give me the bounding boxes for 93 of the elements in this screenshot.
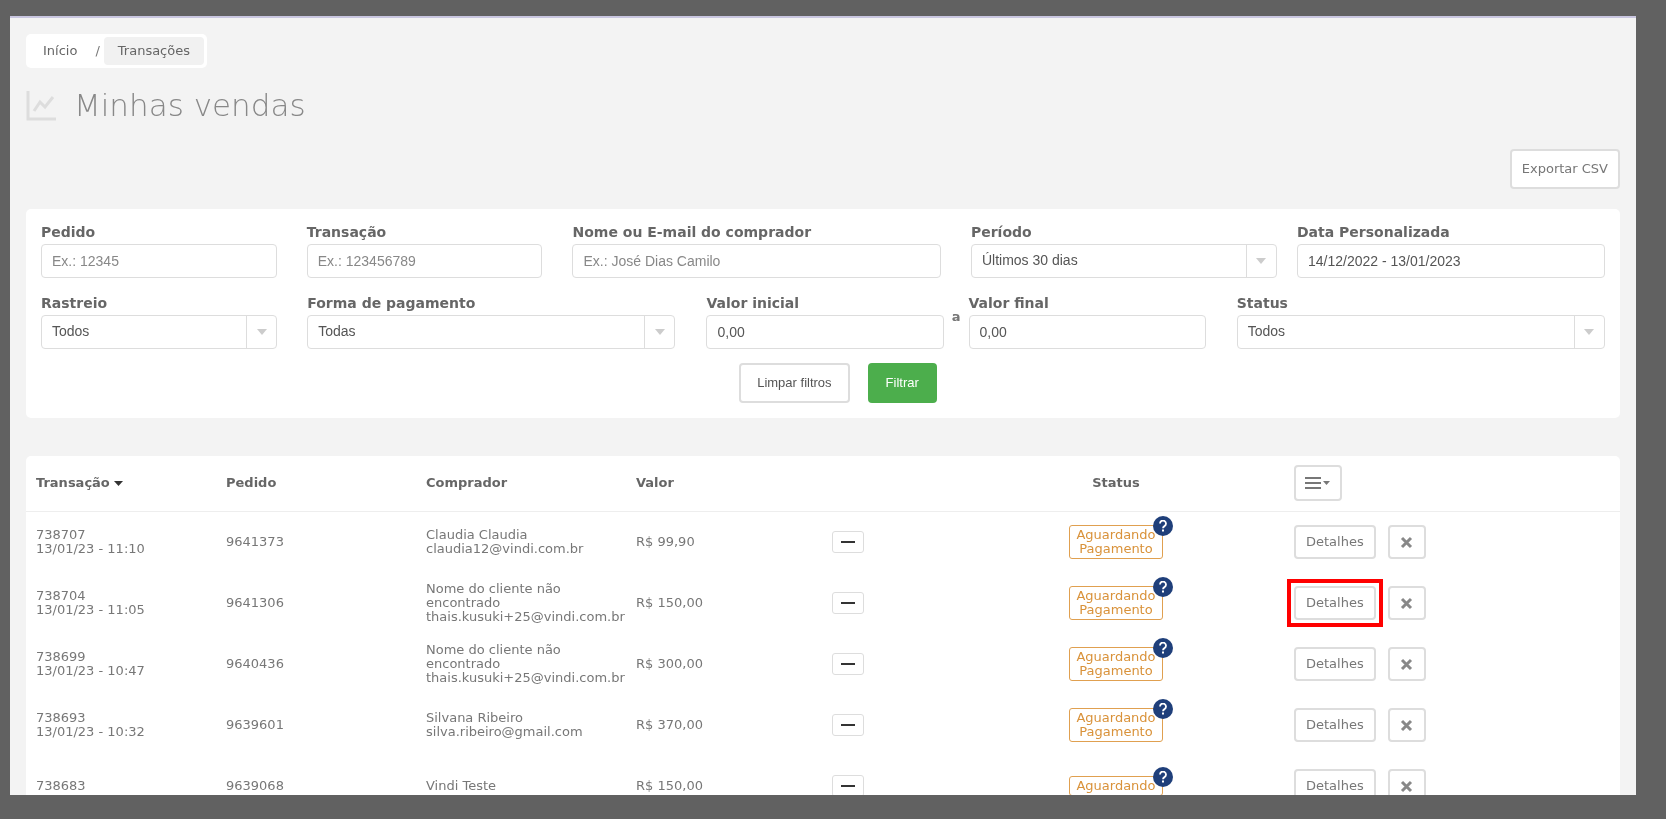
column-header[interactable]: Transação [26,473,226,493]
buyer-text: Nome do cliente não [426,643,562,657]
input-field[interactable]: Ex.: José Dias Camilo [572,243,941,278]
transaction-id: 738683 [36,779,87,793]
buyer-text: claudia12@vindi.com.br [426,542,585,556]
breadcrumb-separator: / [94,42,101,61]
value-text: R$ 150,00 [636,596,704,610]
field-label: Rastreio [41,293,109,312]
breadcrumb-link[interactable]: Transações [103,37,204,65]
range-separator: a [951,308,961,326]
minus-icon [841,602,855,604]
order-number: 9641373 [226,535,285,549]
column-header: Pedido [226,474,278,493]
caret-down-icon [1256,257,1267,264]
cancel-button[interactable] [1387,525,1426,559]
transaction-id: 738699 [36,650,87,664]
cancel-button[interactable] [1387,708,1426,742]
buyer-text: encontrado [426,596,502,610]
select-field[interactable]: Todos [1236,314,1605,349]
column-menu-button[interactable] [1294,465,1342,501]
value-text: R$ 370,00 [636,718,704,732]
minus-icon [841,663,855,665]
transaction-date: 13/01/23 - 11:10 [36,542,146,556]
minus-icon [841,785,855,787]
transaction-id: 738704 [36,589,87,603]
export-csv-button[interactable]: Exportar CSV [1509,148,1620,189]
sort-caret-icon [113,480,123,486]
select-field[interactable]: Todos [41,314,278,349]
value-text: R$ 99,90 [636,535,696,549]
minus-icon [841,541,855,543]
transaction-date: 13/01/23 - 11:05 [36,603,146,617]
order-number: 9639601 [226,718,285,732]
input-field[interactable]: Ex.: 12345 [41,243,277,278]
column-header: Valor [636,474,675,493]
input-field[interactable]: 0,00 [968,314,1206,349]
close-icon [1400,657,1414,671]
collapse-button[interactable] [832,653,864,675]
cancel-button[interactable] [1387,769,1426,795]
close-icon [1400,718,1414,732]
field-label: Valor inicial [706,293,801,312]
transaction-id: 738707 [36,528,87,542]
field-label: Pedido [41,222,97,241]
input-field[interactable]: 14/12/2022 - 13/01/2023 [1296,243,1605,278]
order-number: 9641306 [226,596,285,610]
caret-down-icon [256,328,267,335]
order-number: 9639068 [226,779,285,793]
cancel-button[interactable] [1387,586,1426,620]
buyer-text: Claudia Claudia [426,528,529,542]
buyer-text: encontrado [426,657,502,671]
details-button[interactable]: Detalhes [1294,647,1376,681]
caret-down-icon [1584,328,1595,335]
buyer-text: Silvana Ribeiro [426,711,524,725]
transaction-date: 13/01/23 - 10:32 [36,725,146,739]
order-number: 9640436 [226,657,285,671]
details-button[interactable]: Detalhes [1294,708,1376,742]
field-label: Data Personalizada [1296,222,1451,241]
buyer-text: Vindi Teste [426,779,498,793]
collapse-button[interactable] [832,775,864,795]
close-icon [1400,779,1414,793]
input-field[interactable]: 0,00 [706,314,944,349]
details-button[interactable]: Detalhes [1294,525,1376,559]
input-field[interactable]: Ex.: 123456789 [306,243,543,278]
buyer-text: silva.ribeiro@gmail.com [426,725,584,739]
buyer-text: Nome do cliente não [426,582,562,596]
field-label: Transação [306,222,388,241]
field-label: Valor final [968,293,1050,312]
select-field[interactable]: Últimos 30 dias [970,243,1277,278]
transaction-date: 13/01/23 - 10:47 [36,664,146,678]
details-button[interactable]: Detalhes [1294,586,1376,620]
details-button[interactable]: Detalhes [1294,769,1376,795]
buyer-text: thais.kusuki+25@vindi.com.br [426,610,626,624]
buyer-text: thais.kusuki+25@vindi.com.br [426,671,626,685]
close-icon [1400,596,1414,610]
collapse-button[interactable] [832,714,864,736]
collapse-button[interactable] [832,531,864,553]
minus-icon [841,724,855,726]
field-label: Período [970,222,1033,241]
field-label: Status [1236,293,1289,312]
field-label: Nome ou E-mail do comprador [572,222,813,241]
clear-filters-button[interactable]: Limpar filtros [739,362,850,403]
collapse-button[interactable] [832,592,864,614]
transaction-id: 738693 [36,711,87,725]
column-header: Status [1091,474,1141,493]
caret-down-icon [655,328,665,335]
close-icon [1400,535,1414,549]
column-header: Comprador [426,474,509,493]
page-title: Minhas vendas [74,86,306,125]
select-field[interactable]: Todas [307,314,676,349]
value-text: R$ 150,00 [636,779,704,793]
menu-icon [1305,477,1331,489]
field-label: Forma de pagamento [307,293,477,312]
cancel-button[interactable] [1387,647,1426,681]
value-text: R$ 300,00 [636,657,704,671]
